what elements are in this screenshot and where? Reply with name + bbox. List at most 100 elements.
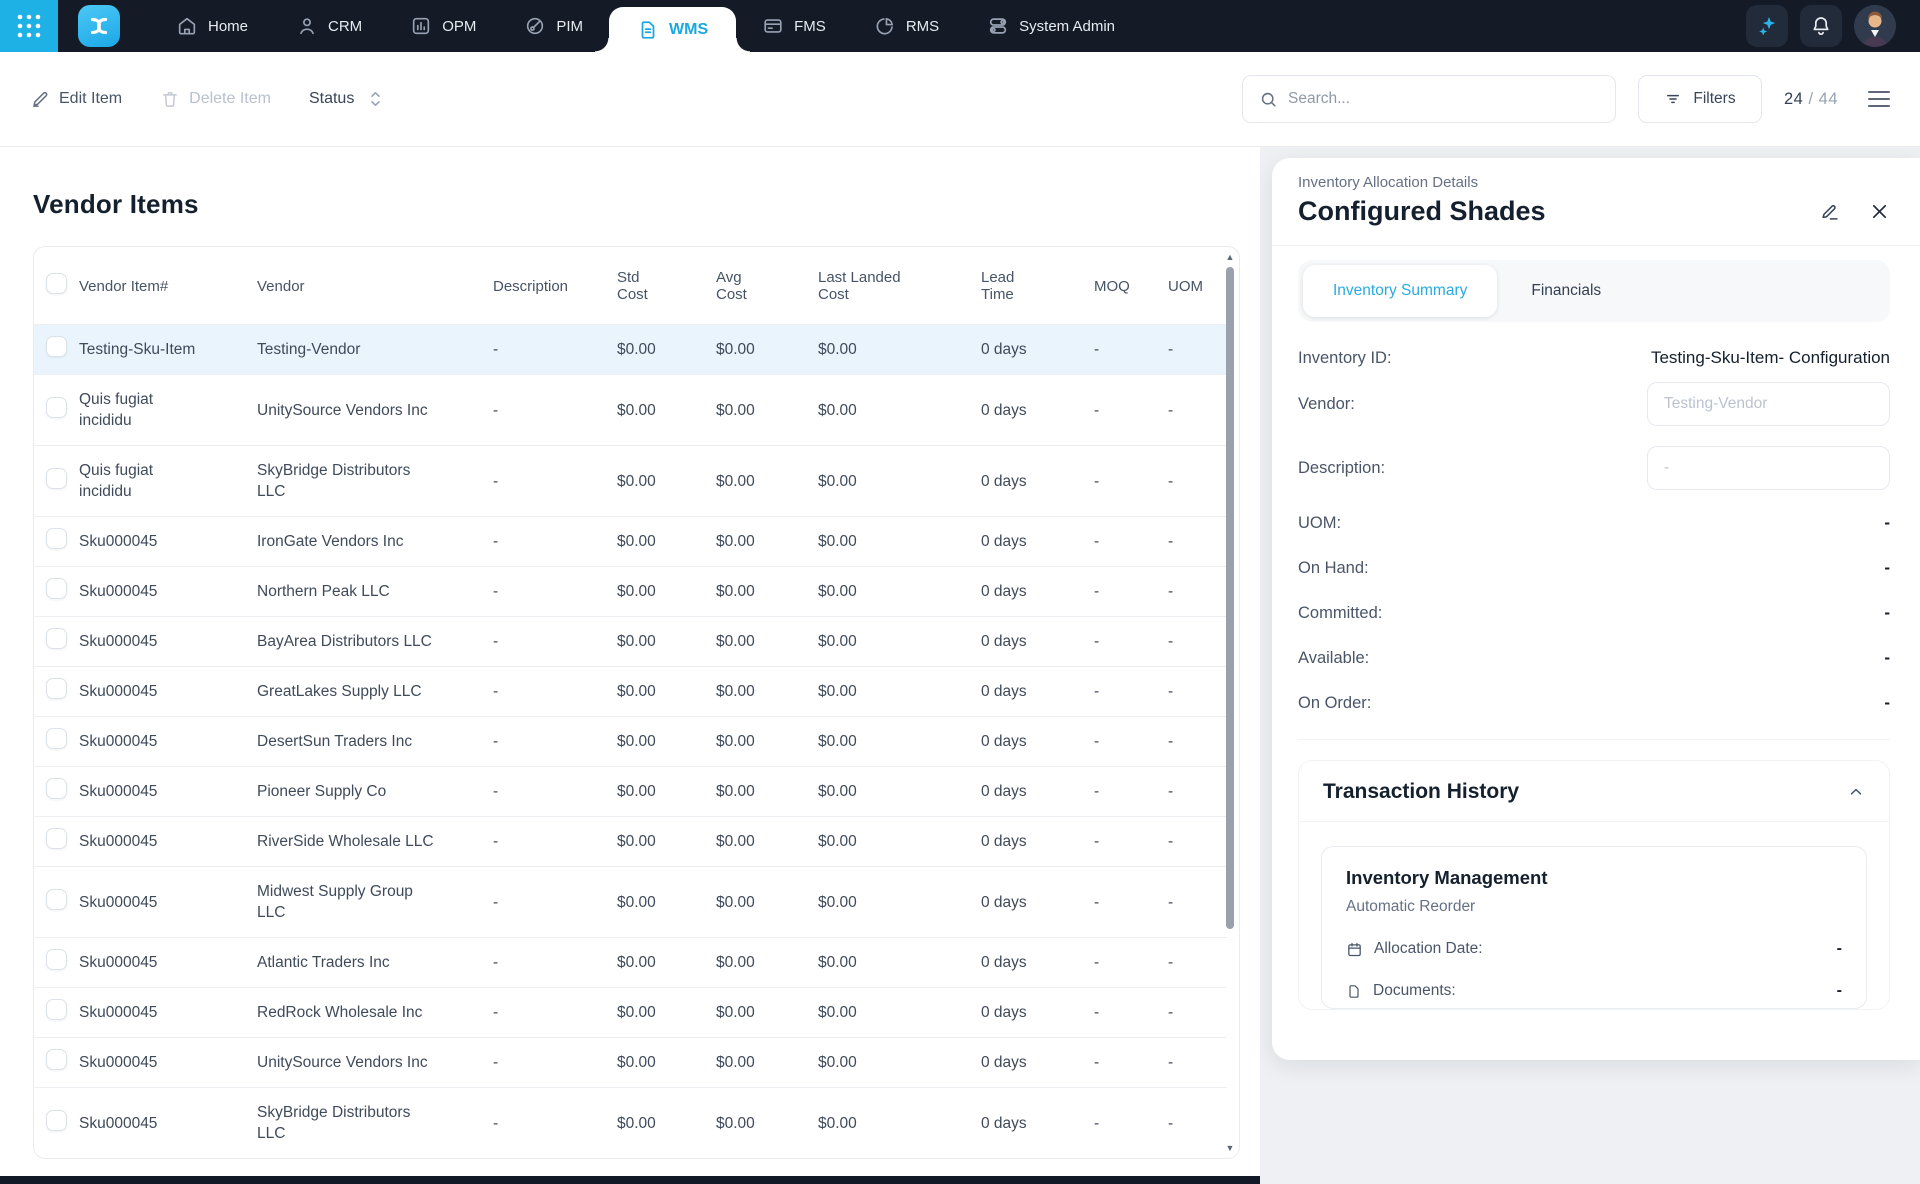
nav-item-home[interactable]: Home <box>152 0 272 52</box>
row-checkbox[interactable] <box>46 999 67 1020</box>
table-row[interactable]: Sku000045 Northern Peak LLC - $0.00 $0.0… <box>34 567 1227 617</box>
panel-edit-button[interactable] <box>1819 201 1841 223</box>
menu-button[interactable] <box>1864 87 1894 112</box>
column-header-uom[interactable]: UOM <box>1168 247 1227 325</box>
nav-item-opm[interactable]: OPM <box>386 0 500 52</box>
table-row[interactable]: Quis fugiat incididu SkyBridge Distribut… <box>34 446 1227 517</box>
nav-item-fms[interactable]: FMS <box>738 0 850 52</box>
row-checkbox[interactable] <box>46 397 67 418</box>
vendor-field[interactable]: Testing-Vendor <box>1647 382 1890 426</box>
column-header-std-cost[interactable]: Std Cost <box>617 247 716 325</box>
nav-label: RMS <box>906 18 939 35</box>
nav-item-rms[interactable]: RMS <box>850 0 963 52</box>
notifications-button[interactable] <box>1800 5 1842 47</box>
panel-tabs: Inventory Summary Financials <box>1298 260 1890 322</box>
row-checkbox[interactable] <box>46 628 67 649</box>
filters-label: Filters <box>1693 90 1735 108</box>
table-row[interactable]: Sku000045 Atlantic Traders Inc - $0.00 $… <box>34 938 1227 988</box>
cell-last-landed-cost: $0.00 <box>818 517 981 567</box>
row-checkbox[interactable] <box>46 528 67 549</box>
table-row[interactable]: Sku000045 RedRock Wholesale Inc - $0.00 … <box>34 988 1227 1038</box>
nav-item-crm[interactable]: CRM <box>272 0 386 52</box>
row-checkbox[interactable] <box>46 1110 67 1131</box>
brand-logo[interactable] <box>78 5 120 47</box>
cell-vendor-item: Sku000045 <box>79 517 257 567</box>
description-field[interactable]: - <box>1647 446 1890 490</box>
cell-lead-time: 0 days <box>981 617 1094 667</box>
card-title: Inventory Management <box>1346 867 1842 889</box>
filters-button[interactable]: Filters <box>1638 75 1762 123</box>
panel-header: Inventory Allocation Details Configured … <box>1272 158 1920 246</box>
panel-close-button[interactable] <box>1869 201 1890 222</box>
cell-avg-cost: $0.00 <box>716 1088 818 1159</box>
table-row[interactable]: Sku000045 DesertSun Traders Inc - $0.00 … <box>34 717 1227 767</box>
cell-last-landed-cost: $0.00 <box>818 375 981 446</box>
row-checkbox[interactable] <box>46 578 67 599</box>
column-header-vendor[interactable]: Vendor <box>257 247 493 325</box>
scroll-down-icon[interactable]: ▼ <box>1226 1142 1235 1154</box>
select-all-checkbox[interactable] <box>46 273 67 294</box>
section-divider <box>1298 739 1890 740</box>
vendor-items-section: Vendor Items Vendor Item# Vendor Descrip… <box>0 147 1260 1176</box>
search-input[interactable] <box>1288 90 1599 108</box>
scroll-up-icon[interactable]: ▲ <box>1226 251 1235 263</box>
cell-lead-time: 0 days <box>981 867 1094 938</box>
table-header-row: Vendor Item# Vendor Description Std Cost… <box>34 247 1227 325</box>
pie-chart-icon <box>874 15 896 37</box>
row-checkbox[interactable] <box>46 1049 67 1070</box>
column-header-avg-cost[interactable]: Avg Cost <box>716 247 818 325</box>
ai-assistant-button[interactable] <box>1746 5 1788 47</box>
cell-uom: - <box>1168 867 1227 938</box>
cell-description: - <box>493 517 617 567</box>
row-checkbox[interactable] <box>46 468 67 489</box>
app-launcher-button[interactable] <box>0 0 58 52</box>
edit-item-button[interactable]: Edit Item <box>30 89 122 109</box>
nav-item-system-admin[interactable]: System Admin <box>963 0 1139 52</box>
table-row[interactable]: Sku000045 Midwest Supply Group LLC - $0.… <box>34 867 1227 938</box>
delete-item-button[interactable]: Delete Item <box>160 89 271 109</box>
column-header-description[interactable]: Description <box>493 247 617 325</box>
nav-item-pim[interactable]: PIM <box>500 0 607 52</box>
status-sort-button[interactable] <box>368 90 383 108</box>
table-row[interactable]: Sku000045 IronGate Vendors Inc - $0.00 $… <box>34 517 1227 567</box>
tab-inventory-summary[interactable]: Inventory Summary <box>1303 265 1497 317</box>
column-header-moq[interactable]: MOQ <box>1094 247 1168 325</box>
column-header-last-landed-cost[interactable]: Last Landed Cost <box>818 247 981 325</box>
panel-subtitle: Inventory Allocation Details <box>1298 174 1890 191</box>
cell-lead-time: 0 days <box>981 817 1094 867</box>
row-checkbox[interactable] <box>46 889 67 910</box>
row-checkbox[interactable] <box>46 828 67 849</box>
scrollbar-thumb[interactable] <box>1226 267 1234 929</box>
table-row[interactable]: Sku000045 SkyBridge Distributors LLC - $… <box>34 1088 1227 1159</box>
table-row[interactable]: Sku000045 RiverSide Wholesale LLC - $0.0… <box>34 817 1227 867</box>
row-checkbox[interactable] <box>46 778 67 799</box>
table-row[interactable]: Sku000045 UnitySource Vendors Inc - $0.0… <box>34 1038 1227 1088</box>
row-checkbox[interactable] <box>46 678 67 699</box>
table-scrollbar[interactable]: ▲ ▼ <box>1224 251 1236 1154</box>
cell-uom: - <box>1168 988 1227 1038</box>
cell-moq: - <box>1094 867 1168 938</box>
table-row[interactable]: Sku000045 BayArea Distributors LLC - $0.… <box>34 617 1227 667</box>
tab-financials[interactable]: Financials <box>1497 265 1635 317</box>
home-icon <box>176 15 198 37</box>
column-header-vendor-item[interactable]: Vendor Item# <box>79 247 257 325</box>
table-row[interactable]: Quis fugiat incididu UnitySource Vendors… <box>34 375 1227 446</box>
cell-vendor-item: Sku000045 <box>79 1088 257 1159</box>
nav-item-wms-active-tab[interactable]: WMS <box>609 7 736 52</box>
column-header-lead-time[interactable]: Lead Time <box>981 247 1094 325</box>
table-row[interactable]: Testing-Sku-Item Testing-Vendor - $0.00 … <box>34 325 1227 375</box>
on-hand-value: - <box>1884 558 1890 578</box>
table-row[interactable]: Sku000045 Pioneer Supply Co - $0.00 $0.0… <box>34 767 1227 817</box>
record-count: 24 / 44 <box>1784 90 1838 109</box>
collapse-section-button[interactable] <box>1847 783 1865 801</box>
user-avatar[interactable] <box>1854 5 1896 47</box>
table-row[interactable]: Sku000045 GreatLakes Supply LLC - $0.00 … <box>34 667 1227 717</box>
row-checkbox[interactable] <box>46 949 67 970</box>
cell-vendor-item: Quis fugiat incididu <box>79 375 257 446</box>
chevron-up-icon <box>1847 783 1865 801</box>
cell-moq: - <box>1094 1088 1168 1159</box>
row-checkbox[interactable] <box>46 336 67 357</box>
row-checkbox[interactable] <box>46 728 67 749</box>
available-label: Available: <box>1298 649 1369 668</box>
actions-toolbar: Edit Item Delete Item Status <box>0 52 1920 147</box>
